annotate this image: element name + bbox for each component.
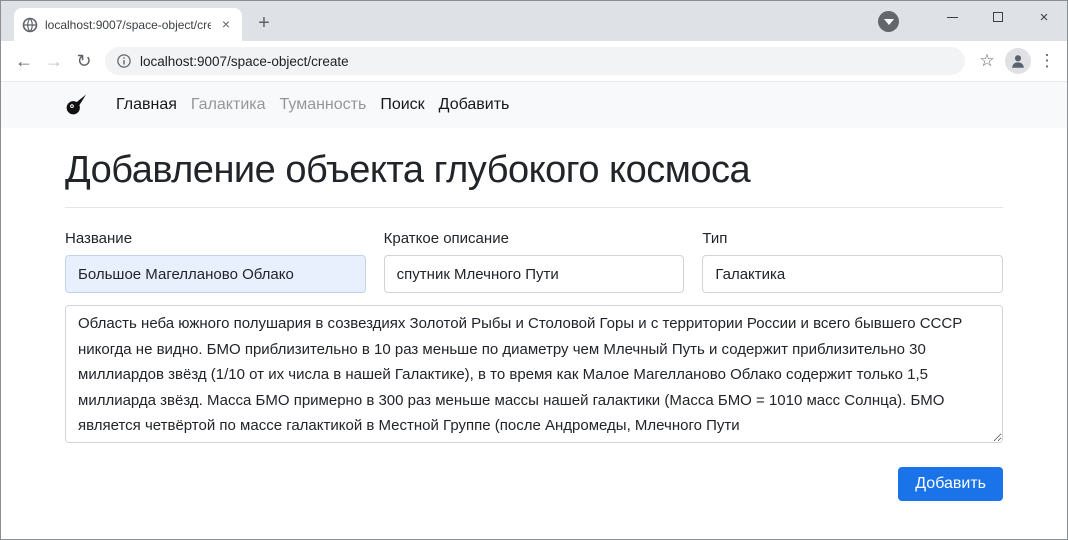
maximize-icon bbox=[993, 12, 1003, 22]
tab-title: localhost:9007/space-object/crea bbox=[45, 18, 211, 32]
field-short-description: Краткое описание bbox=[384, 230, 685, 293]
form-actions: Добавить bbox=[65, 467, 1003, 501]
maximize-button[interactable] bbox=[975, 2, 1021, 32]
type-label: Тип bbox=[702, 230, 1003, 247]
browser-toolbar: ← → ↻ localhost:9007/space-object/create… bbox=[1, 41, 1067, 82]
chrome-update-icon[interactable] bbox=[878, 11, 899, 32]
nav-link-search[interactable]: Поиск bbox=[380, 96, 424, 114]
field-type: Тип bbox=[702, 230, 1003, 293]
browser-window: localhost:9007/space-object/crea × + × ←… bbox=[0, 0, 1068, 540]
close-button[interactable]: × bbox=[1021, 2, 1067, 32]
tab-close-icon[interactable]: × bbox=[218, 17, 234, 33]
page-info-icon[interactable] bbox=[117, 54, 131, 68]
minimize-button[interactable] bbox=[929, 2, 975, 32]
address-bar[interactable]: localhost:9007/space-object/create bbox=[105, 47, 965, 75]
form-fields-row: Название Краткое описание Тип bbox=[65, 230, 1003, 293]
toolbar-right: ☆ ⋮ bbox=[971, 48, 1059, 74]
bookmark-star-icon[interactable]: ☆ bbox=[973, 51, 1001, 71]
window-controls: × bbox=[878, 1, 1067, 33]
tab-strip: localhost:9007/space-object/crea × + × bbox=[1, 1, 1067, 41]
new-tab-button[interactable]: + bbox=[250, 9, 278, 37]
nav-link-galaxy[interactable]: Галактика bbox=[191, 96, 266, 114]
forward-icon[interactable]: → bbox=[39, 46, 69, 76]
field-name: Название bbox=[65, 230, 366, 293]
nav-link-add[interactable]: Добавить bbox=[439, 96, 510, 114]
short-description-label: Краткое описание bbox=[384, 230, 685, 247]
short-description-input[interactable] bbox=[384, 255, 685, 293]
reload-icon[interactable]: ↻ bbox=[69, 46, 99, 76]
comet-logo-icon[interactable] bbox=[65, 94, 87, 116]
globe-favicon-icon bbox=[22, 17, 38, 33]
back-icon[interactable]: ← bbox=[9, 46, 39, 76]
name-input[interactable] bbox=[65, 255, 366, 293]
page-title: Добавление объекта глубокого космоса bbox=[65, 149, 1003, 192]
name-label: Название bbox=[65, 230, 366, 247]
nav-link-nebula[interactable]: Туманность bbox=[280, 96, 367, 114]
type-input[interactable] bbox=[702, 255, 1003, 293]
close-icon: × bbox=[1040, 10, 1049, 25]
menu-dots-icon[interactable]: ⋮ bbox=[1035, 51, 1059, 71]
page-content: Главная Галактика Туманность Поиск Добав… bbox=[1, 82, 1067, 538]
title-divider bbox=[65, 207, 1003, 208]
minimize-icon bbox=[947, 17, 958, 18]
url-text[interactable]: localhost:9007/space-object/create bbox=[140, 54, 349, 69]
description-textarea[interactable]: Область неба южного полушария в созвезди… bbox=[65, 305, 1003, 443]
profile-avatar[interactable] bbox=[1005, 48, 1031, 74]
nav-links: Главная Галактика Туманность Поиск Добав… bbox=[109, 96, 516, 114]
site-navbar: Главная Галактика Туманность Поиск Добав… bbox=[1, 82, 1067, 128]
browser-tab[interactable]: localhost:9007/space-object/crea × bbox=[14, 8, 242, 41]
add-button[interactable]: Добавить bbox=[898, 467, 1003, 501]
nav-link-home[interactable]: Главная bbox=[116, 96, 177, 114]
avatar-icon bbox=[1009, 52, 1027, 70]
